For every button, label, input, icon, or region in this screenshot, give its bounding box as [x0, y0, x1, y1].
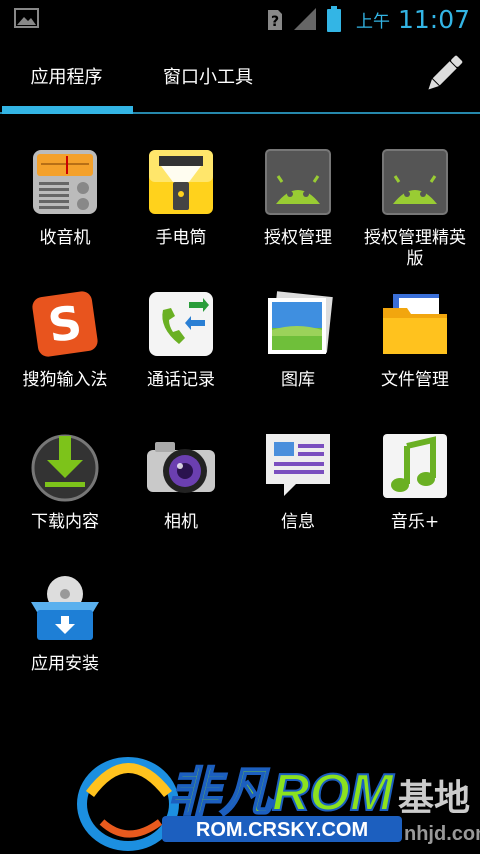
- tab-widgets[interactable]: 窗口小工具: [133, 38, 283, 114]
- signal-icon: [293, 8, 316, 30]
- app-file-manager[interactable]: 文件管理: [356, 288, 474, 391]
- watermark-brand: 非凡ROM: [168, 764, 395, 822]
- call-log-icon: [149, 292, 213, 356]
- app-label: 音乐+: [390, 512, 440, 532]
- android-icon: [265, 149, 331, 215]
- radio-icon: [33, 150, 97, 214]
- status-ampm: 上午: [355, 11, 390, 32]
- app-label: 收音机: [39, 228, 91, 248]
- app-label: 下载内容: [31, 512, 99, 532]
- tab-apps[interactable]: 应用程序: [0, 38, 133, 114]
- camera-icon: [147, 442, 215, 493]
- android-icon: [382, 149, 448, 215]
- battery-icon: [326, 6, 341, 32]
- app-radio[interactable]: 收音机: [6, 146, 124, 249]
- pencil-icon[interactable]: [422, 50, 466, 98]
- image-icon: [14, 8, 39, 28]
- swirl-logo: [77, 757, 179, 851]
- app-label: 应用安装: [31, 654, 99, 674]
- app-superuser[interactable]: 授权管理: [239, 146, 357, 249]
- app-label: 授权管理: [264, 228, 332, 248]
- folder-icon: [383, 294, 447, 354]
- app-label: 信息: [281, 512, 315, 532]
- app-flashlight[interactable]: 手电筒: [122, 146, 240, 249]
- app-music-plus[interactable]: 音乐+: [356, 430, 474, 533]
- app-label: 手电筒: [155, 228, 207, 248]
- app-installer[interactable]: 应用安装: [6, 572, 124, 675]
- sogou-icon: S: [32, 291, 98, 357]
- app-label: 授权管理精英版: [364, 228, 466, 269]
- gallery-icon: [268, 291, 333, 354]
- tab-selected-indicator: [2, 106, 133, 114]
- app-messaging[interactable]: 信息: [239, 430, 357, 533]
- flashlight-icon: [149, 150, 213, 214]
- watermark-logo: 非凡ROM 基地 ROM.CRSKY.COM nhjd.com: [77, 757, 480, 851]
- app-superuser-elite[interactable]: 授权管理精英版: [356, 146, 474, 270]
- app-call-log[interactable]: 通话记录: [122, 288, 240, 391]
- status-clock: 11:07: [397, 4, 470, 34]
- app-downloads[interactable]: 下载内容: [6, 430, 124, 533]
- unknown-sim-icon: ?: [267, 10, 282, 30]
- watermark-side: nhjd.com: [404, 823, 480, 845]
- app-gallery[interactable]: 图库: [239, 288, 357, 391]
- app-label: 文件管理: [381, 370, 449, 390]
- music-icon: [383, 434, 447, 498]
- watermark-base: 基地: [398, 778, 470, 819]
- tab-bar: 应用程序 窗口小工具: [0, 38, 480, 116]
- app-label: 通话记录: [147, 370, 215, 390]
- app-sogou-input[interactable]: S 搜狗输入法: [6, 288, 124, 391]
- app-label: 搜狗输入法: [22, 370, 108, 390]
- app-label: 相机: [164, 512, 198, 532]
- watermark-url: ROM.CRSKY.COM: [196, 819, 368, 841]
- app-label: 图库: [281, 370, 315, 390]
- status-bar: ? 上午 11:07: [0, 0, 480, 38]
- installer-icon: [31, 576, 99, 640]
- app-camera[interactable]: 相机: [122, 430, 240, 533]
- download-icon: [31, 434, 99, 502]
- message-icon: [266, 434, 330, 496]
- svg-text:?: ?: [271, 14, 279, 30]
